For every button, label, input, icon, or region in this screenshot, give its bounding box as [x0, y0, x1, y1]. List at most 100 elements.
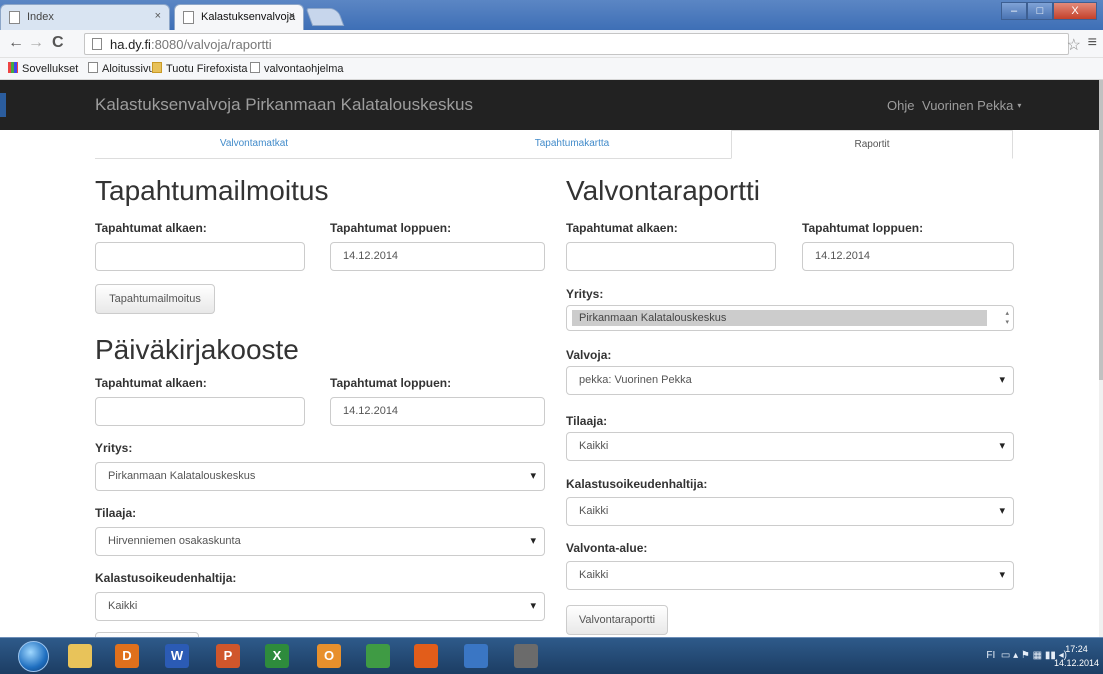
bookmark-label: Tuotu Firefoxista	[166, 63, 248, 75]
end-date-label: Tapahtumat loppuen:	[330, 221, 452, 235]
user-name: Vuorinen Pekka	[922, 98, 1014, 113]
bookmark-star-icon[interactable]: ☆	[1067, 35, 1081, 55]
page-icon	[88, 62, 98, 73]
forward-icon[interactable]: →	[28, 34, 44, 52]
orderer-select[interactable]: Kaikki	[566, 432, 1014, 461]
tab-close-icon[interactable]: ×	[289, 10, 295, 22]
windows-taskbar: DWPXO FI ▭ ▴ ⚑ ▦ ▮▮ ◂) 17:24 14.12.2014	[0, 637, 1103, 674]
report-nav-tabs: Valvontamatkat Tapahtumakartta Raportit	[95, 130, 1013, 159]
start-date-label: Tapahtumat alkaen:	[95, 376, 207, 390]
fishing-rights-select[interactable]: Kaikki	[566, 497, 1014, 526]
bookmark-label: Sovellukset	[22, 63, 79, 75]
clock-time: 17:24	[1065, 644, 1088, 654]
valvontaraportti-button[interactable]: Valvontaraportti	[566, 605, 668, 635]
window-controls: – □ X	[1001, 2, 1097, 22]
url-path: :8080/valvoja/raportti	[150, 37, 272, 52]
end-date-input[interactable]: 14.12.2014	[330, 397, 545, 426]
powerpoint-icon[interactable]: P	[216, 644, 240, 668]
clock-date: 14.12.2014	[1053, 658, 1099, 668]
clock[interactable]: 17:24 14.12.2014	[1054, 642, 1099, 670]
bookmarks-bar: Sovellukset Aloitussivu Tuotu Firefoxist…	[0, 58, 1103, 80]
tab-index[interactable]: Index ×	[0, 4, 170, 30]
company-listbox[interactable]: Pirkanmaan Kalatalouskeskus ▴ ▾	[566, 305, 1014, 331]
tab-valvontamatkat[interactable]: Valvontamatkat	[95, 130, 413, 159]
help-link[interactable]: Ohje	[887, 98, 914, 113]
address-toolbar: ← → C ha.dy.fi:8080/valvoja/raportti ☆ ≡	[0, 30, 1103, 58]
inspector-select[interactable]: pekka: Vuorinen Pekka	[566, 366, 1014, 395]
start-date-input[interactable]	[95, 242, 305, 271]
orderer-select[interactable]: Hirvenniemen osakaskunta	[95, 527, 545, 556]
company-label: Yritys:	[566, 287, 604, 301]
word-icon[interactable]: W	[165, 644, 189, 668]
chevron-down-icon: ▾	[1017, 101, 1022, 110]
tab-label: Index	[27, 11, 54, 23]
tab-kalastuksenvalvoja[interactable]: Kalastuksenvalvoja ×	[174, 4, 304, 30]
app-brand[interactable]: Kalastuksenvalvoja Pirkanmaan Kalatalous…	[95, 95, 473, 115]
minimize-button[interactable]: –	[1001, 2, 1027, 20]
start-date-label: Tapahtumat alkaen:	[95, 221, 207, 235]
outlook-icon[interactable]: O	[317, 644, 341, 668]
security-shield-icon[interactable]	[464, 644, 488, 668]
close-window-button[interactable]: X	[1053, 2, 1097, 20]
page-icon	[183, 11, 194, 24]
page-icon	[9, 11, 20, 24]
page-icon	[250, 62, 260, 73]
end-date-input[interactable]: 14.12.2014	[802, 242, 1014, 271]
end-date-label: Tapahtumat loppuen:	[330, 376, 452, 390]
tab-label: Kalastuksenvalvoja	[201, 11, 296, 23]
excel-icon[interactable]: X	[265, 644, 289, 668]
page-icon	[92, 38, 102, 50]
reload-icon[interactable]: C	[52, 34, 64, 52]
bookmark-aloitussivu[interactable]: Aloitussivu	[88, 62, 155, 75]
bookmark-apps[interactable]: Sovellukset	[8, 62, 78, 75]
orderer-label: Tilaaja:	[566, 414, 608, 428]
start-date-input[interactable]	[566, 242, 776, 271]
scrollbar-thumb[interactable]	[1099, 80, 1103, 380]
chrome-icon[interactable]	[366, 644, 390, 668]
start-date-label: Tapahtumat alkaen:	[566, 221, 678, 235]
media-player-icon[interactable]: D	[115, 644, 139, 668]
area-label: Valvonta-alue:	[566, 541, 648, 555]
language-indicator: FI	[986, 650, 996, 661]
tapahtumailmoitus-title: Tapahtumailmoitus	[95, 175, 329, 206]
app-navbar: Kalastuksenvalvoja Pirkanmaan Kalatalous…	[0, 80, 1100, 130]
url-input[interactable]: ha.dy.fi:8080/valvoja/raportti	[84, 33, 1069, 55]
url-host: ha.dy.fi	[110, 37, 151, 52]
start-button[interactable]	[18, 641, 49, 672]
start-date-input[interactable]	[95, 397, 305, 426]
tab-tapahtumakartta[interactable]: Tapahtumakartta	[413, 130, 731, 159]
end-date-label: Tapahtumat loppuen:	[802, 221, 924, 235]
window-edge-decoration	[0, 93, 6, 117]
file-explorer-icon[interactable]	[68, 644, 92, 668]
tab-raportit[interactable]: Raportit	[731, 130, 1013, 159]
tab-close-icon[interactable]: ×	[155, 10, 161, 22]
fishing-rights-label: Kalastusoikeudenhaltija:	[566, 477, 708, 491]
bookmark-valvontaohjelma[interactable]: valvontaohjelma	[250, 62, 344, 75]
fishing-rights-label: Kalastusoikeudenhaltija:	[95, 571, 237, 585]
inspector-label: Valvoja:	[566, 348, 612, 362]
company-select[interactable]: Pirkanmaan Kalatalouskeskus	[95, 462, 545, 491]
tapahtumailmoitus-button[interactable]: Tapahtumailmoitus	[95, 284, 215, 314]
bookmark-tuotu-firefoxista[interactable]: Tuotu Firefoxista	[152, 62, 248, 75]
valvontaraportti-title: Valvontaraportti	[566, 175, 761, 206]
back-icon[interactable]: ←	[8, 34, 24, 52]
maximize-button[interactable]: □	[1027, 2, 1053, 20]
page-viewport: Kalastuksenvalvoja Pirkanmaan Kalatalous…	[0, 80, 1103, 637]
company-label: Yritys:	[95, 441, 133, 455]
firefox-icon[interactable]	[414, 644, 438, 668]
paivakirjakooste-title: Päiväkirjakooste	[95, 334, 299, 365]
folder-icon	[152, 62, 162, 73]
bookmark-label: Aloitussivu	[102, 63, 155, 75]
browser-tab-strip: Index × Kalastuksenvalvoja × – □ X	[0, 0, 1103, 30]
browser-menu-icon[interactable]: ≡	[1088, 34, 1097, 52]
new-tab-button[interactable]	[305, 8, 345, 26]
listbox-option-selected[interactable]: Pirkanmaan Kalatalouskeskus	[572, 310, 987, 326]
spinner-arrows-icon[interactable]: ▴ ▾	[1005, 309, 1009, 327]
area-select[interactable]: Kaikki	[566, 561, 1014, 590]
end-date-input[interactable]: 14.12.2014	[330, 242, 545, 271]
phone-app-icon[interactable]	[514, 644, 538, 668]
user-menu[interactable]: Vuorinen Pekka ▾	[922, 98, 1021, 113]
page-scrollbar[interactable]	[1099, 80, 1103, 637]
fishing-rights-select[interactable]: Kaikki	[95, 592, 545, 621]
bookmark-label: valvontaohjelma	[264, 63, 344, 75]
